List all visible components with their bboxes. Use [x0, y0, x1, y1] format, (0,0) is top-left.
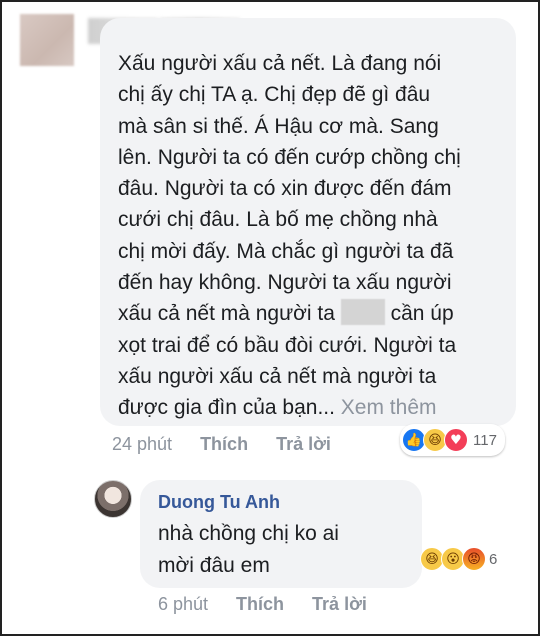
- like-button[interactable]: Thích: [200, 434, 248, 455]
- censored-word: [340, 299, 385, 326]
- comment-timestamp[interactable]: 24 phút: [112, 434, 172, 455]
- commenter-avatar-blurred[interactable]: [20, 14, 74, 66]
- reaction-count: 117: [473, 431, 497, 449]
- reply-button[interactable]: Trả lời: [276, 434, 331, 455]
- comment-text-part-1: Xấu người xấu cả nết. Là đang nói chị ấy…: [118, 52, 461, 326]
- love-reaction-icon: ♥: [444, 428, 468, 452]
- comment-reactions[interactable]: 👍 😆 ♥ 117: [400, 424, 505, 456]
- comment-actions: 24 phút Thích Trả lời: [112, 434, 359, 455]
- reply-text: nhà chồng chị ko ai mời đâu em: [158, 522, 339, 577]
- reply-timestamp[interactable]: 6 phút: [158, 594, 208, 615]
- reply-actions: 6 phút Thích Trả lời: [158, 594, 395, 615]
- reply-reaction-count: 6: [489, 550, 498, 568]
- comment-text: Xấu người xấu cả nết. Là đang nói chị ấy…: [118, 48, 508, 424]
- reply-avatar[interactable]: [94, 480, 132, 518]
- see-more-link[interactable]: Xem thêm: [341, 396, 437, 419]
- reply-author-name[interactable]: Duong Tu Anh: [158, 492, 280, 513]
- reply-like-button[interactable]: Thích: [236, 594, 284, 615]
- reply-reply-button[interactable]: Trả lời: [312, 594, 367, 615]
- angry-reaction-icon: 😡: [462, 547, 486, 571]
- reply-reactions[interactable]: 😆 😮 😡 6: [420, 546, 497, 572]
